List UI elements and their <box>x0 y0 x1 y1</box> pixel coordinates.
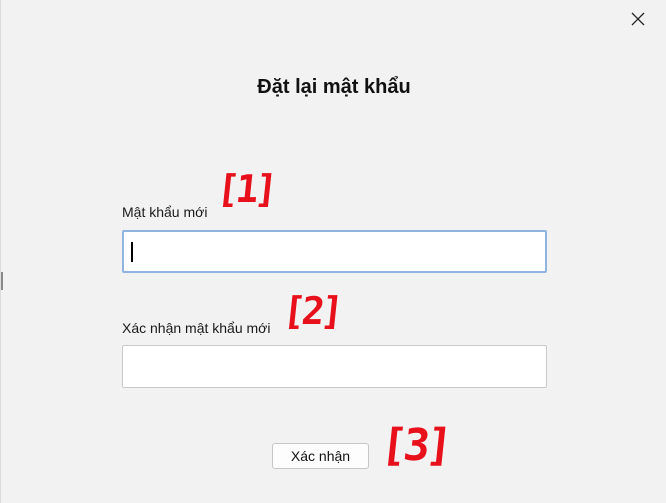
text-caret <box>131 242 133 262</box>
annotation-marker-2: [2] <box>280 289 342 333</box>
confirm-button[interactable]: Xác nhận <box>272 443 369 469</box>
new-password-label: Mật khẩu mới <box>122 204 208 220</box>
confirm-password-label: Xác nhận mật khẩu mới <box>122 320 271 336</box>
new-password-input[interactable] <box>122 230 547 273</box>
confirm-password-input[interactable] <box>122 345 547 388</box>
reset-password-dialog: Đặt lại mật khẩu Mật khẩu mới Xác nhận m… <box>0 0 666 503</box>
dialog-title: Đặt lại mật khẩu <box>257 76 411 98</box>
close-icon <box>631 12 645 26</box>
close-button[interactable] <box>618 4 658 34</box>
annotation-marker-1: [1] <box>214 167 276 211</box>
window-edge-marker <box>1 272 3 290</box>
annotation-marker-3: [3] <box>378 420 452 471</box>
